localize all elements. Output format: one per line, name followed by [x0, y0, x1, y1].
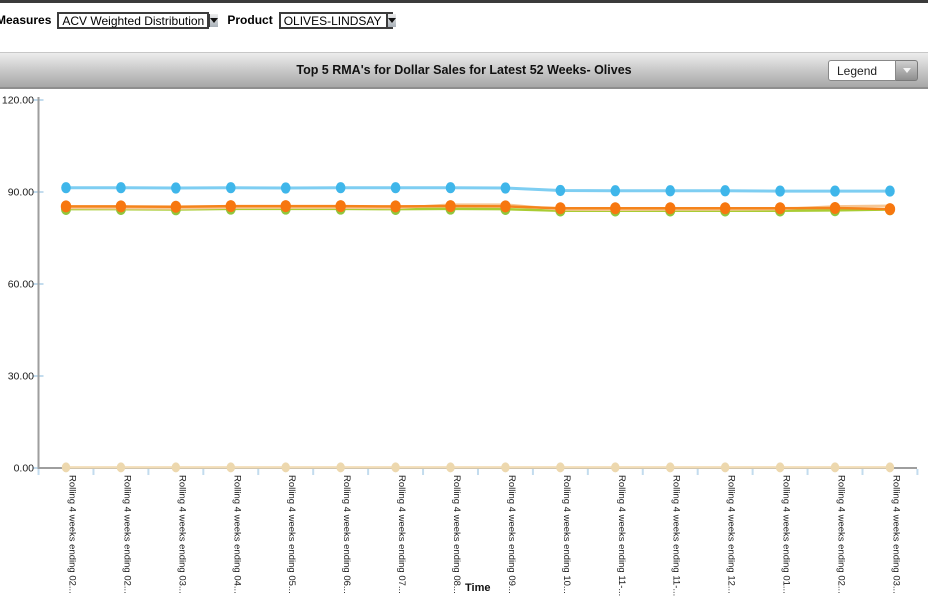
series-1-blue-marker — [720, 185, 730, 196]
x-axis-label: Rolling 4 weeks ending 05... — [286, 475, 297, 594]
report-window: Measures ACV Weighted Distribution Produ… — [0, 0, 928, 599]
series-1-blue-marker — [116, 182, 126, 193]
series-2-orange-marker — [610, 202, 620, 214]
series-5-tan-marker — [336, 462, 344, 472]
series-2-orange-marker — [445, 200, 455, 212]
series-2-orange-marker — [665, 202, 675, 214]
chart-title: Top 5 RMA's for Dollar Sales for Latest … — [0, 53, 928, 87]
x-axis-label: Rolling 4 weeks ending 03... — [890, 475, 901, 594]
y-axis-tick-label: 0.00 — [14, 463, 35, 475]
series-5-tan-marker — [282, 462, 290, 472]
series-1-blue-marker — [391, 182, 401, 193]
series-2-orange-marker — [226, 200, 236, 212]
legend-button[interactable]: Legend — [828, 60, 896, 81]
y-axis-tick-label: 120.00 — [2, 95, 34, 107]
y-axis-tick-label: 60.00 — [8, 279, 34, 291]
x-axis-label: Rolling 4 weeks ending 03... — [176, 475, 187, 594]
series-1-blue-marker — [226, 182, 236, 193]
series-1-blue-marker — [336, 182, 346, 193]
legend-control: Legend — [828, 60, 918, 81]
series-2-orange-marker — [281, 200, 291, 212]
product-select[interactable]: OLIVES-LINDSAY — [279, 12, 393, 29]
product-select-value: OLIVES-LINDSAY — [281, 14, 386, 27]
x-axis-label: Rolling 4 weeks ending 10... — [561, 475, 572, 594]
x-axis-label: Rolling 4 weeks ending 02... — [121, 475, 132, 594]
series-1-blue-marker — [611, 185, 621, 196]
series-2-orange-marker — [500, 200, 510, 212]
x-axis-label: Rolling 4 weeks ending 06... — [341, 475, 352, 594]
series-5-tan-marker — [611, 462, 619, 472]
x-axis-title: Time — [465, 582, 490, 594]
legend-dropdown-button[interactable] — [896, 60, 918, 81]
series-2-orange-marker — [720, 202, 730, 214]
y-axis-tick-label: 90.00 — [8, 187, 34, 199]
series-1-blue-marker — [665, 185, 675, 196]
line-chart: 0.00 30.00 60.00 90.00 120.00 Rolling 4 weeks… — [0, 90, 928, 599]
series-1-blue-marker — [775, 185, 785, 196]
series-1-blue-marker — [830, 185, 840, 196]
x-axis-label: Rolling 4 weeks ending 04... — [231, 475, 242, 594]
x-axis-label: Rolling 4 weeks ending 11-... — [671, 475, 682, 596]
y-axis-tick-label: 30.00 — [8, 371, 34, 383]
series-5-tan-marker — [831, 462, 839, 472]
x-axis-label: Rolling 4 weeks ending 02... — [67, 475, 78, 594]
x-axis-label: Rolling 4 weeks ending 01... — [781, 475, 792, 594]
series-1-blue-marker — [885, 185, 895, 196]
series-2-orange-marker — [390, 200, 400, 212]
series-1-blue-marker — [171, 182, 181, 193]
x-axis-label: Rolling 4 weeks ending 07... — [396, 475, 407, 594]
x-axis-label: Rolling 4 weeks ending 09... — [506, 475, 517, 594]
toolbar: Measures ACV Weighted Distribution Produ… — [0, 3, 928, 37]
series-5-tan-marker — [172, 462, 180, 472]
series-2-orange-marker — [61, 200, 71, 212]
series-5-tan-marker — [227, 462, 235, 472]
dropdown-arrow-icon[interactable] — [208, 14, 218, 27]
measures-select-value: ACV Weighted Distribution — [59, 14, 208, 27]
x-axis-label: Rolling 4 weeks ending 08... — [451, 475, 462, 594]
series-2-orange-marker — [775, 202, 785, 214]
series-2-orange-marker — [171, 201, 181, 213]
series-1-blue-line — [66, 188, 890, 191]
series-1-blue-marker — [556, 185, 566, 196]
series-5-tan-marker — [776, 462, 784, 472]
dropdown-arrow-icon[interactable] — [386, 14, 396, 27]
series-2-orange-marker — [555, 202, 565, 214]
measures-label: Measures — [0, 13, 51, 27]
series-5-tan-marker — [446, 462, 454, 472]
series-2-orange-marker — [116, 200, 126, 212]
series-1-blue-marker — [501, 182, 511, 193]
chart-title-bar: Top 5 RMA's for Dollar Sales for Latest … — [0, 52, 928, 89]
series-5-tan-marker — [62, 462, 70, 472]
series-1-blue-marker — [61, 182, 71, 193]
series-2-orange-marker — [335, 200, 345, 212]
x-axis-label: Rolling 4 weeks ending 12... — [726, 475, 737, 594]
series-5-tan-marker — [501, 462, 509, 472]
series-5-tan-marker — [117, 462, 125, 472]
series-5-tan-marker — [556, 462, 564, 472]
measures-select[interactable]: ACV Weighted Distribution — [57, 12, 209, 29]
series-5-tan-marker — [391, 462, 399, 472]
series-5-tan-marker — [666, 462, 674, 472]
series-1-blue-marker — [446, 182, 456, 193]
series-2-orange-marker — [830, 202, 840, 214]
series-5-tan-marker — [886, 462, 894, 472]
series-2-orange-marker — [885, 203, 895, 215]
x-axis-label: Rolling 4 weeks ending 11-... — [616, 475, 627, 596]
product-label: Product — [227, 13, 272, 27]
series-1-blue-marker — [281, 182, 291, 193]
series-5-tan-marker — [721, 462, 729, 472]
chevron-down-icon — [903, 68, 911, 73]
x-axis-label: Rolling 4 weeks ending 02... — [836, 475, 847, 594]
